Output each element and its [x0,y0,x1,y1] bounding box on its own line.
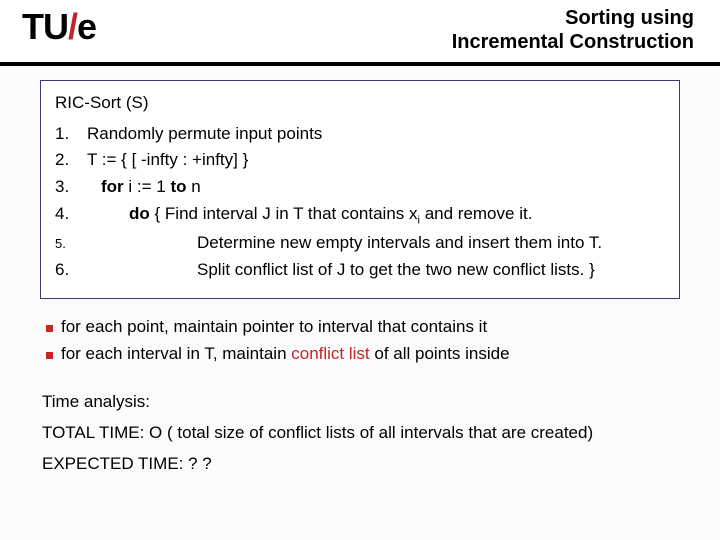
note-text: for each interval in T, maintain conflic… [61,340,510,367]
time-analysis: Time analysis: TOTAL TIME: O ( total siz… [40,386,680,480]
slide-content: RIC-Sort (S) 1. Randomly permute input p… [0,80,720,540]
analysis-header: Time analysis: [42,386,680,417]
note-item-2: for each interval in T, maintain conflic… [40,340,680,367]
title-line-1: Sorting using [452,6,694,30]
step-number: 2. [55,148,87,173]
total-time: TOTAL TIME: O ( total size of conflict l… [42,417,680,448]
algo-step-2: 2. T := { [ -infty : +infty] } [55,148,665,173]
step-text: do { Find interval J in T that contains … [87,202,532,229]
banner-underline [0,63,720,66]
step-text: Determine new empty intervals and insert… [87,231,602,256]
expected-time: EXPECTED TIME: ? ? [42,448,680,479]
logo-e: e [77,6,96,47]
keyword-do: do [129,204,150,223]
algo-step-3: 3. for i := 1 to n [55,175,665,200]
step-number: 5. [55,235,87,254]
keyword-for: for [101,177,124,196]
bullet-icon [46,352,53,359]
algo-step-1: 1. Randomly permute input points [55,122,665,147]
top-banner: TU/e Sorting using Incremental Construct… [0,0,720,63]
algo-step-5: 5. Determine new empty intervals and ins… [55,231,665,256]
algo-step-4: 4. do { Find interval J in T that contai… [55,202,665,229]
logo-slash: / [68,6,77,47]
slide-title: Sorting using Incremental Construction [452,6,694,54]
step-text: Randomly permute input points [87,122,322,147]
bullet-icon [46,325,53,332]
step-number: 4. [55,202,87,227]
step-text: T := { [ -infty : +infty] } [87,148,248,173]
step-number: 1. [55,122,87,147]
algorithm-header: RIC-Sort (S) [55,91,665,116]
conflict-list-term: conflict list [291,344,369,363]
step-number: 6. [55,258,87,283]
notes-list: for each point, maintain pointer to inte… [40,313,680,367]
note-item-1: for each point, maintain pointer to inte… [40,313,680,340]
note-text: for each point, maintain pointer to inte… [61,313,487,340]
step-number: 3. [55,175,87,200]
keyword-to: to [170,177,186,196]
step-text: for i := 1 to n [87,175,201,200]
algorithm-box: RIC-Sort (S) 1. Randomly permute input p… [40,80,680,299]
tue-logo: TU/e [22,6,96,48]
title-line-2: Incremental Construction [452,30,694,54]
algo-step-6: 6. Split conflict list of J to get the t… [55,258,665,283]
step-text: Split conflict list of J to get the two … [87,258,595,283]
slide: TU/e Sorting using Incremental Construct… [0,0,720,540]
logo-tu: TU [22,6,68,47]
